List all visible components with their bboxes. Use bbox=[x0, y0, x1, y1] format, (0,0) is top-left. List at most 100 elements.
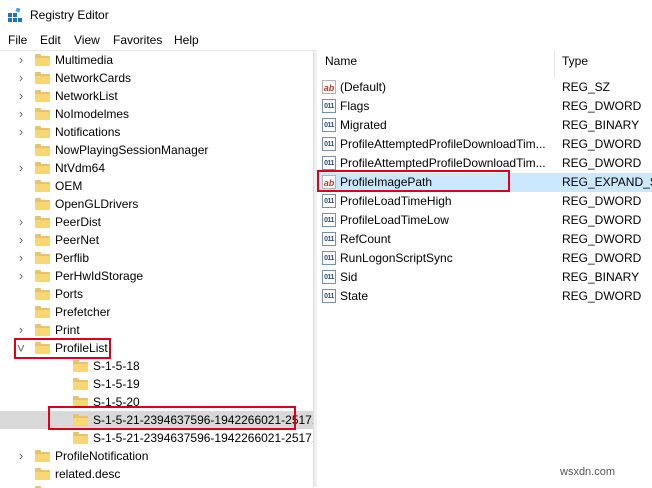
chevron-right-icon[interactable]: › bbox=[16, 269, 26, 282]
tree-item-label: NetworkList bbox=[55, 89, 118, 103]
tree-item-label: NowPlayingSessionManager bbox=[55, 143, 209, 157]
list-item[interactable]: 011 ProfileAttemptedProfileDownloadTim...… bbox=[317, 135, 652, 154]
value-name: ProfileLoadTimeHigh bbox=[340, 194, 452, 208]
tree-item[interactable]: › Multimedia bbox=[0, 51, 313, 69]
list-item[interactable]: 011 ProfileLoadTimeHigh REG_DWORD bbox=[317, 192, 652, 211]
value-type: REG_DWORD bbox=[562, 232, 642, 246]
value-type: REG_DWORD bbox=[562, 213, 642, 227]
tree-item-label: Ports bbox=[55, 287, 84, 301]
folder-icon bbox=[35, 234, 50, 246]
tree-item[interactable]: › Perflib bbox=[0, 249, 313, 267]
tree-item[interactable]: S-1-5-21-2394637596-1942266021-2517166 bbox=[0, 411, 313, 429]
list-item[interactable]: 011 RunLogonScriptSync REG_DWORD bbox=[317, 249, 652, 268]
list-item[interactable]: 011 State REG_DWORD bbox=[317, 287, 652, 306]
tree-item-label: PeerDist bbox=[55, 215, 102, 229]
tree-item-label: S-1-5-20 bbox=[93, 395, 140, 409]
value-type: REG_DWORD bbox=[562, 251, 642, 265]
chevron-right-icon[interactable]: › bbox=[16, 89, 26, 102]
tree-item-label: Prefetcher bbox=[55, 305, 111, 319]
value-name: Flags bbox=[340, 99, 370, 113]
chevron-right-icon[interactable]: › bbox=[16, 215, 26, 228]
tree-item[interactable]: related.desc bbox=[0, 465, 313, 483]
tree-item-label: S-1-5-18 bbox=[93, 359, 140, 373]
tree-item[interactable]: › NetworkList bbox=[0, 87, 313, 105]
tree-item[interactable]: Prefetcher bbox=[0, 303, 313, 321]
chevron-right-icon[interactable]: › bbox=[16, 161, 26, 174]
menu-file[interactable]: File bbox=[8, 33, 27, 47]
tree-item[interactable]: OpenGLDrivers bbox=[0, 195, 313, 213]
tree-item-label: related.desc bbox=[55, 467, 121, 481]
folder-icon bbox=[35, 180, 50, 192]
folder-icon bbox=[73, 360, 88, 372]
value-type: REG_SZ bbox=[562, 80, 611, 94]
tree-item-label: S-1-5-21-2394637596-1942266021-2517166 bbox=[93, 431, 313, 445]
list-item[interactable]: 011 Sid REG_BINARY bbox=[317, 268, 652, 287]
tree-item[interactable]: S-1-5-19 bbox=[0, 375, 313, 393]
tree-item[interactable]: S-1-5-18 bbox=[0, 357, 313, 375]
column-header-name[interactable]: Name bbox=[325, 54, 357, 78]
folder-icon bbox=[73, 396, 88, 408]
string-value-icon: ab bbox=[322, 175, 336, 189]
list-item[interactable]: ab (Default) REG_SZ bbox=[317, 78, 652, 97]
chevron-right-icon[interactable]: › bbox=[16, 323, 26, 336]
tree-item[interactable]: OEM bbox=[0, 177, 313, 195]
tree-item[interactable]: › PeerNet bbox=[0, 231, 313, 249]
folder-icon bbox=[35, 324, 50, 336]
window-title: Registry Editor bbox=[30, 8, 109, 22]
tree-item[interactable]: NowPlayingSessionManager bbox=[0, 141, 313, 159]
chevron-right-icon[interactable]: › bbox=[16, 233, 26, 246]
chevron-right-icon[interactable]: › bbox=[16, 53, 26, 66]
chevron-right-icon[interactable]: › bbox=[16, 125, 26, 138]
tree-item[interactable]: › Print bbox=[0, 321, 313, 339]
chevron-right-icon[interactable]: › bbox=[16, 107, 26, 120]
tree-item[interactable]: › Notifications bbox=[0, 123, 313, 141]
menu-view[interactable]: View bbox=[74, 33, 100, 47]
menu-help[interactable]: Help bbox=[174, 33, 199, 47]
tree-item[interactable]: S-1-5-20 bbox=[0, 393, 313, 411]
list-item[interactable]: 011 Migrated REG_BINARY bbox=[317, 116, 652, 135]
value-name: RefCount bbox=[340, 232, 391, 246]
value-name: ProfileAttemptedProfileDownloadTim... bbox=[340, 156, 546, 170]
tree-item[interactable]: Ports bbox=[0, 285, 313, 303]
tree-item-label: Notifications bbox=[55, 125, 121, 139]
column-separator[interactable] bbox=[554, 50, 555, 78]
value-type: REG_DWORD bbox=[562, 99, 642, 113]
value-name: ProfileImagePath bbox=[340, 175, 433, 189]
tree-item[interactable]: › NetworkCards bbox=[0, 69, 313, 87]
tree-item-label: PeerNet bbox=[55, 233, 100, 247]
folder-icon bbox=[35, 342, 50, 354]
value-name: RunLogonScriptSync bbox=[340, 251, 453, 265]
folder-icon bbox=[35, 306, 50, 318]
list-item[interactable]: ab ProfileImagePath REG_EXPAND_SZ bbox=[317, 173, 652, 192]
value-name: ProfileAttemptedProfileDownloadTim... bbox=[340, 137, 546, 151]
tree-item[interactable]: ˅ ProfileList bbox=[0, 339, 313, 357]
tree-item[interactable]: › PerHwIdStorage bbox=[0, 267, 313, 285]
tree-item[interactable]: › PeerDist bbox=[0, 213, 313, 231]
folder-icon bbox=[73, 414, 88, 426]
chevron-right-icon[interactable]: › bbox=[16, 251, 26, 264]
folder-icon bbox=[73, 378, 88, 390]
tree-item[interactable]: S-1-5-21-2394637596-1942266021-2517166 bbox=[0, 429, 313, 447]
tree-item[interactable]: › NoImodelmes bbox=[0, 105, 313, 123]
chevron-right-icon[interactable]: › bbox=[16, 449, 26, 462]
key-tree[interactable]: › Multimedia › NetworkCards › NetworkList › NoI… bbox=[0, 50, 313, 488]
value-list[interactable]: Name Type ab (Default) REG_SZ 011 Flags REG_D… bbox=[317, 50, 652, 487]
binary-value-icon: 011 bbox=[322, 118, 336, 132]
menu-bar: File Edit View Favorites Help bbox=[0, 30, 652, 50]
tree-item[interactable]: › NtVdm64 bbox=[0, 159, 313, 177]
list-item[interactable]: 011 ProfileLoadTimeLow REG_DWORD bbox=[317, 211, 652, 230]
chevron-right-icon[interactable]: › bbox=[16, 71, 26, 84]
menu-edit[interactable]: Edit bbox=[40, 33, 61, 47]
tree-item[interactable]: › ProfileNotification bbox=[0, 447, 313, 465]
value-name: State bbox=[340, 289, 369, 303]
list-item[interactable]: 011 ProfileAttemptedProfileDownloadTim...… bbox=[317, 154, 652, 173]
list-item[interactable]: 011 Flags REG_DWORD bbox=[317, 97, 652, 116]
tree-item-label: NtVdm64 bbox=[55, 161, 106, 175]
list-item[interactable]: 011 RefCount REG_DWORD bbox=[317, 230, 652, 249]
menu-favorites[interactable]: Favorites bbox=[113, 33, 162, 47]
folder-icon bbox=[35, 126, 50, 138]
chevron-down-icon[interactable]: ˅ bbox=[16, 341, 26, 355]
column-header-type[interactable]: Type bbox=[562, 54, 588, 78]
tree-item-label: S-1-5-19 bbox=[93, 377, 140, 391]
tree-item[interactable]: › bbox=[0, 483, 313, 488]
